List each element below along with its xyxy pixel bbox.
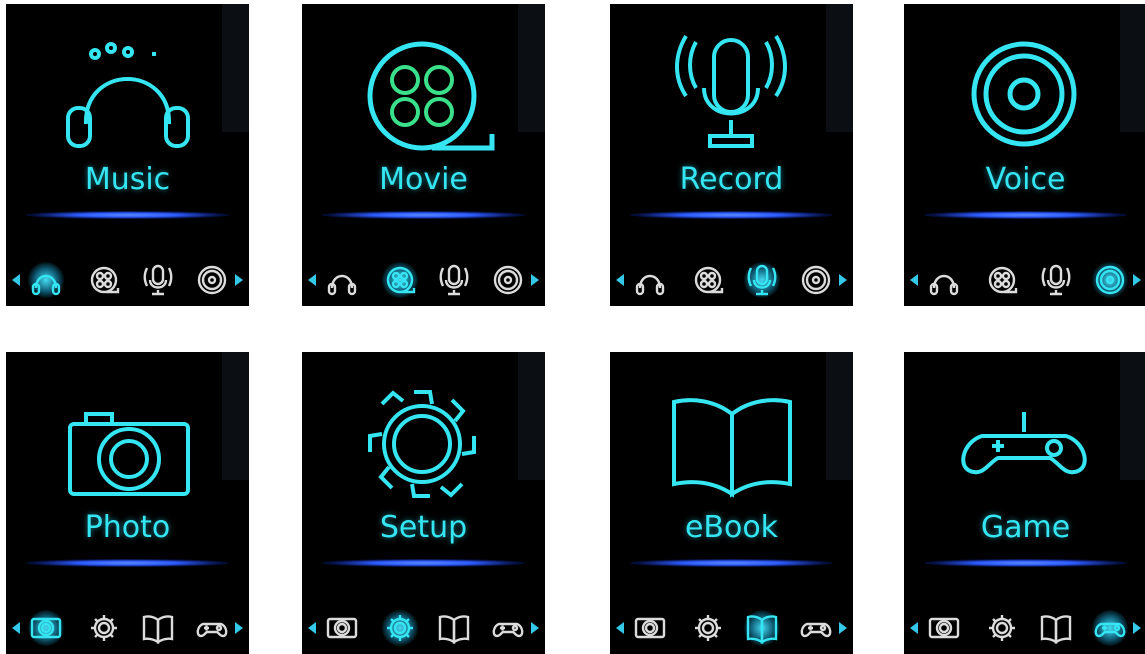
right-arrow-icon[interactable] [235,622,243,634]
movie-screen: Movie [302,4,545,306]
icon-tray [6,596,249,654]
record-icon[interactable] [138,258,178,302]
screen-title: Setup [379,510,468,545]
book-icon [672,398,792,498]
voice-icon[interactable] [488,258,528,302]
left-arrow-icon[interactable] [12,622,20,634]
setup-icon[interactable] [380,606,420,650]
setup-icon[interactable] [84,606,124,650]
music-icon[interactable] [630,258,670,302]
highlight-bar [630,559,833,567]
game-icon[interactable] [796,606,836,650]
setup-screen: Setup [302,352,545,654]
highlight-bar [26,559,229,567]
film-reel-icon [367,41,495,151]
record-icon[interactable] [434,258,474,302]
setup-icon[interactable] [688,606,728,650]
left-arrow-icon[interactable] [910,622,918,634]
disc-icon [971,41,1077,147]
icon-tray [904,596,1145,654]
right-arrow-icon[interactable] [1133,274,1141,286]
right-arrow-icon[interactable] [1133,622,1141,634]
screen-title: Record [679,162,784,197]
screen-title: Game [980,510,1071,545]
icon-tray [610,596,853,654]
screen-title: eBook [684,510,779,545]
setup-icon[interactable] [982,606,1022,650]
ebook-icon[interactable] [434,606,474,650]
ebook-screen: eBook [610,352,853,654]
left-arrow-icon[interactable] [616,274,624,286]
screen-title: Voice [985,162,1066,197]
music-icon[interactable] [924,258,964,302]
highlight-bar [26,211,229,219]
movie-icon[interactable] [380,258,420,302]
voice-icon[interactable] [192,258,232,302]
camera-icon [68,412,190,496]
record-screen: Record [610,4,853,306]
icon-tray [302,596,545,654]
gamepad-icon [961,412,1087,475]
movie-icon[interactable] [688,258,728,302]
voice-screen: Voice [904,4,1145,306]
game-icon[interactable] [488,606,528,650]
record-icon[interactable] [1036,258,1076,302]
screen-title: Photo [84,510,171,545]
microphone-icon [675,34,787,148]
right-arrow-icon[interactable] [839,274,847,286]
photo-icon[interactable] [630,606,670,650]
highlight-bar [322,211,525,219]
icon-tray [6,248,249,306]
right-arrow-icon[interactable] [531,274,539,286]
left-arrow-icon[interactable] [308,274,316,286]
photo-screen: Photo [6,352,249,654]
game-icon[interactable] [1090,606,1130,650]
highlight-bar [924,211,1127,219]
gear-icon [368,390,476,498]
movie-icon[interactable] [84,258,124,302]
highlight-bar [322,559,525,567]
ebook-icon[interactable] [138,606,178,650]
headphones-icon [66,42,190,148]
left-arrow-icon[interactable] [12,274,20,286]
ebook-icon[interactable] [742,606,782,650]
movie-icon[interactable] [982,258,1022,302]
music-icon[interactable] [322,258,362,302]
highlight-bar [924,559,1127,567]
music-screen: Music [6,4,249,306]
ebook-icon[interactable] [1036,606,1076,650]
screen-title: Movie [379,162,468,197]
photo-icon[interactable] [924,606,964,650]
left-arrow-icon[interactable] [308,622,316,634]
icon-tray [904,248,1145,306]
game-icon[interactable] [192,606,232,650]
screen-title: Music [84,162,171,197]
icon-tray [302,248,545,306]
photo-icon[interactable] [26,606,66,650]
voice-icon[interactable] [1090,258,1130,302]
game-screen: Game [904,352,1145,654]
icon-tray [610,248,853,306]
photo-icon[interactable] [322,606,362,650]
left-arrow-icon[interactable] [910,274,918,286]
music-icon[interactable] [26,258,66,302]
voice-icon[interactable] [796,258,836,302]
right-arrow-icon[interactable] [531,622,539,634]
left-arrow-icon[interactable] [616,622,624,634]
record-icon[interactable] [742,258,782,302]
highlight-bar [630,211,833,219]
right-arrow-icon[interactable] [235,274,243,286]
right-arrow-icon[interactable] [839,622,847,634]
